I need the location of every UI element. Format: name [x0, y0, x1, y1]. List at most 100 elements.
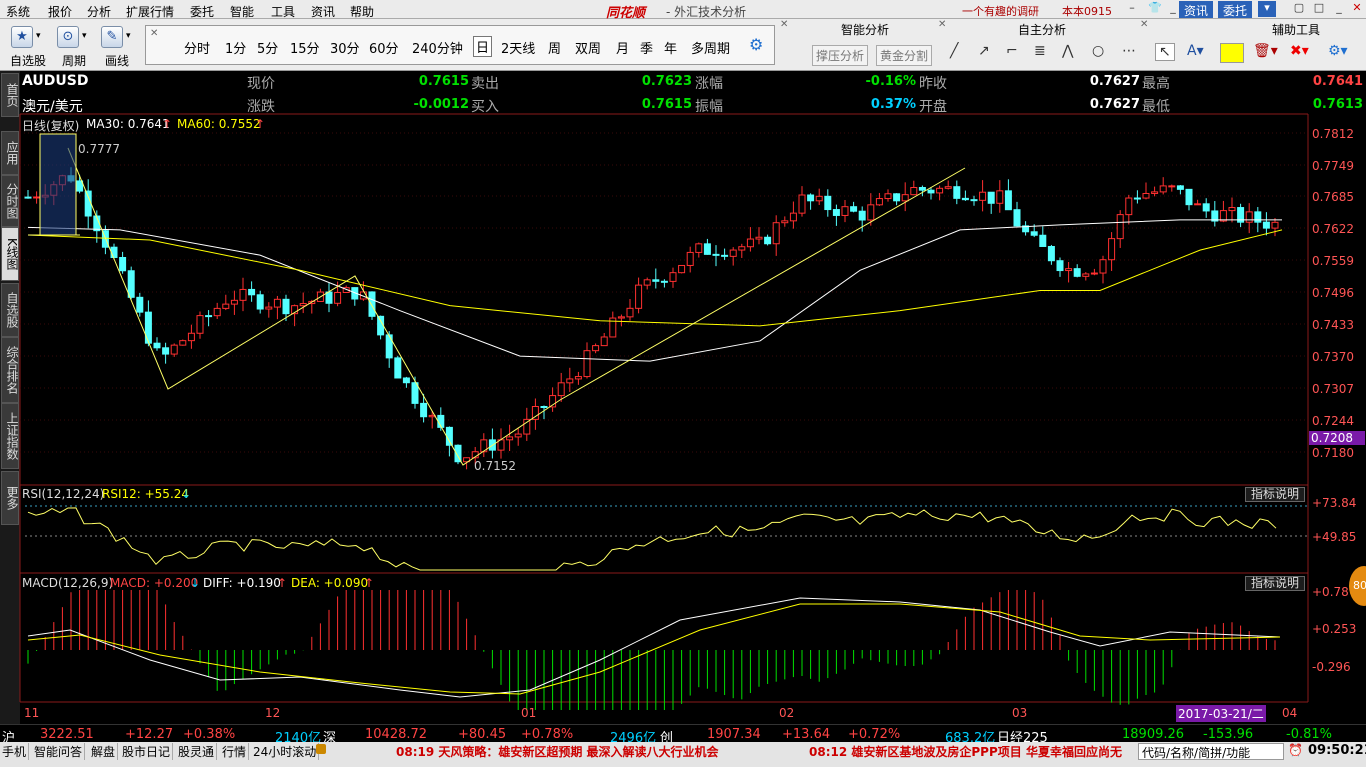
- rsi-value: RSI12: +55.24: [102, 487, 190, 501]
- news-ticker-2[interactable]: 08:12 雄安新区基地波及房企PPP项目 华夏幸福回应尚无: [809, 743, 1135, 760]
- mobile-tab[interactable]: 手机: [0, 743, 30, 760]
- rolling-news-tab[interactable]: 24小时滚动: [251, 743, 320, 760]
- arrow-up-icon: ↑: [255, 117, 266, 131]
- candle-body: [901, 194, 909, 202]
- candle-body: [1090, 272, 1098, 275]
- time-tick: 11: [24, 706, 40, 720]
- macd-help-button[interactable]: 指标说明: [1245, 576, 1305, 591]
- candle-body: [712, 253, 720, 256]
- cy-pct: +0.72%: [848, 727, 901, 742]
- candle-body: [1202, 203, 1210, 212]
- candle-body: [179, 340, 187, 346]
- candle-body: [996, 190, 1004, 204]
- candle-body: [1185, 188, 1193, 206]
- candle-body: [1082, 273, 1090, 277]
- candle-body: [1159, 185, 1167, 193]
- sz-change: +80.45: [458, 727, 507, 742]
- stock-tips-tab[interactable]: 股灵通: [176, 743, 218, 760]
- candle-body: [1047, 245, 1055, 262]
- dea-value: DEA: +0.090: [291, 576, 369, 590]
- candle-body: [162, 347, 170, 355]
- search-input[interactable]: 代码/名称/简拼/功能: [1138, 743, 1284, 760]
- candle-body: [592, 345, 600, 352]
- candle-body: [824, 195, 832, 211]
- ma60-label: MA60: 0.7552: [177, 117, 261, 131]
- candle-body: [385, 334, 393, 359]
- candle-body: [1271, 221, 1279, 229]
- candle-body: [729, 249, 737, 257]
- ma30-label: MA30: 0.7641: [86, 117, 170, 131]
- candle-body: [402, 377, 410, 384]
- candle-body: [1013, 209, 1021, 227]
- candle-body: [781, 220, 789, 224]
- candle-body: [764, 236, 772, 245]
- rsi-line: [27, 507, 1277, 571]
- chart-mode-label: 日线(复权): [22, 119, 80, 133]
- price-tick: 0.7307: [1312, 382, 1354, 396]
- candle-body: [248, 288, 256, 296]
- macd-tick: +0.253: [1312, 622, 1357, 636]
- candle-body: [944, 186, 952, 189]
- rsi-title: RSI(12,12,24): [22, 487, 105, 501]
- arrow-up-icon: ↑: [364, 576, 375, 590]
- candle-body: [850, 206, 858, 212]
- candle-body: [635, 284, 643, 309]
- market-review-tab[interactable]: 解盘: [89, 743, 119, 760]
- candle-body: [273, 298, 281, 308]
- time-tick: 04: [1282, 706, 1298, 720]
- candle-body: [394, 357, 402, 379]
- candle-body: [1108, 238, 1116, 261]
- price-tick: 0.7496: [1312, 286, 1354, 300]
- alarm-icon[interactable]: ⏰: [1288, 743, 1303, 757]
- candle-body: [643, 279, 651, 286]
- rsi-help-button[interactable]: 指标说明: [1245, 487, 1305, 502]
- news-icon: [316, 744, 326, 754]
- candle-body: [617, 316, 625, 319]
- candle-body: [626, 307, 634, 318]
- time-tick: 03: [1012, 706, 1028, 720]
- candle-body: [738, 246, 746, 251]
- news-ticker-1[interactable]: 08:19 天风策略：雄安新区超预期 最深入解读八大行业机会: [396, 743, 719, 760]
- candle-body: [583, 350, 591, 378]
- candle-body: [557, 382, 565, 397]
- candle-body: [127, 270, 135, 298]
- candle-body: [213, 307, 221, 317]
- candle-body: [420, 402, 428, 418]
- candle-body: [721, 254, 729, 257]
- candle-body: [33, 196, 41, 199]
- price-tick: 0.7622: [1312, 222, 1354, 236]
- candle-body: [282, 298, 290, 315]
- price-tick: 0.7749: [1312, 159, 1354, 173]
- candle-body: [1004, 190, 1012, 211]
- time-tick: 12: [265, 706, 281, 720]
- candle-body: [678, 264, 686, 274]
- candle-body: [910, 187, 918, 196]
- price-tick: 0.7244: [1312, 414, 1354, 428]
- candle-body: [110, 246, 118, 258]
- candle-body: [540, 405, 548, 408]
- macd-title: MACD(12,26,9): [22, 576, 114, 590]
- candle-body: [325, 291, 333, 304]
- chart-canvas[interactable]: [0, 0, 1366, 767]
- candle-body: [205, 315, 213, 318]
- candle-body: [574, 376, 582, 380]
- candle-body: [1065, 268, 1073, 272]
- sh-index: 3222.51: [40, 727, 94, 742]
- candle-body: [1073, 268, 1081, 277]
- candle-body: [1176, 185, 1184, 190]
- candle-body: [669, 272, 677, 282]
- sh-change: +12.27: [125, 727, 174, 742]
- selection-box: [39, 133, 77, 236]
- quotes-tab[interactable]: 行情: [220, 743, 250, 760]
- smart-qa-tab[interactable]: 智能问答: [32, 743, 86, 760]
- candle-body: [703, 243, 711, 255]
- candle-body: [256, 294, 264, 310]
- stock-diary-tab[interactable]: 股市日记: [120, 743, 174, 760]
- sh-pct: +0.38%: [183, 727, 236, 742]
- candle-body: [523, 418, 531, 435]
- candle-body: [196, 315, 204, 334]
- candle-body: [170, 344, 178, 355]
- candle-body: [1142, 192, 1150, 199]
- nikkei-index: 18909.26: [1122, 727, 1185, 742]
- candle-body: [566, 378, 574, 384]
